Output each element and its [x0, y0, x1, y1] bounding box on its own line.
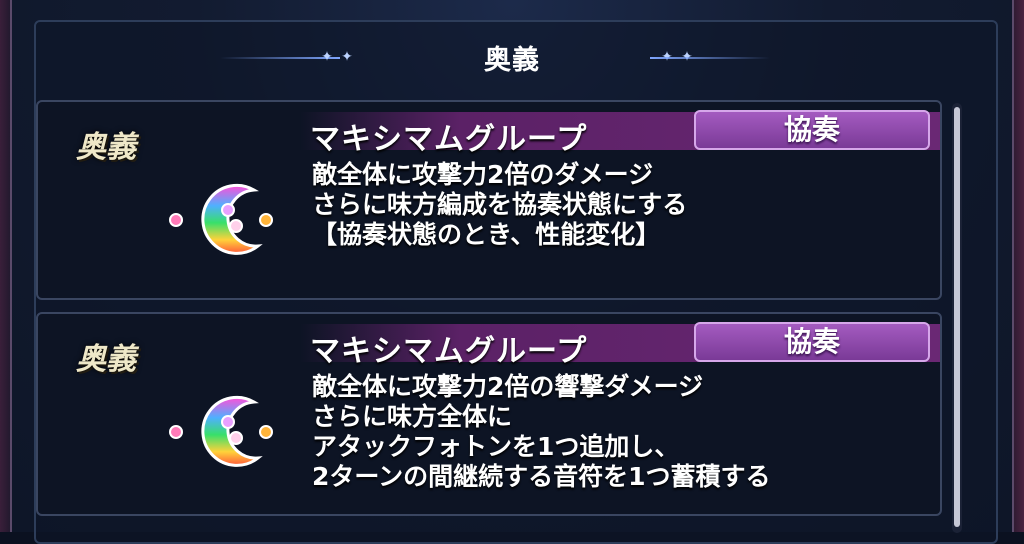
description-line: 2ターンの間継続する音符を1つ蓄積する [312, 462, 771, 491]
skill-name: マキシマムグループ [310, 122, 588, 157]
skill-name: マキシマムグループ [310, 334, 588, 369]
kyousou-tag-button[interactable]: 協奏 [694, 322, 930, 362]
skill-description: 敵全体に攻撃力2倍の響撃ダメージ さらに味方全体に アタックフォトンを1つ追加し… [312, 372, 912, 492]
page-title: 奥義 [484, 45, 540, 76]
skill-card: 奥義 マキシマムグループ 協奏 敵全体に攻撃力2倍の響撃ダメージ さらに味方全体… [36, 312, 942, 516]
description-line: さらに味方全体に [312, 402, 513, 431]
crescent-moon-notes-icon [169, 183, 273, 255]
description-line: 【協奏状態のとき、性能変化】 [312, 220, 661, 249]
description-line: アタックフォトンを1つ追加し、 [312, 432, 680, 461]
crescent-moon-notes-icon [169, 395, 273, 467]
scrollbar-thumb[interactable] [954, 107, 960, 527]
sparkle-icon: ✦ [321, 49, 333, 65]
description-line: さらに味方編成を協奏状態にする [312, 190, 688, 219]
section-label: 奥義 [76, 342, 136, 377]
panel-header: ✦ ✦ 奥義 ✦ ✦ [0, 34, 1024, 78]
header-ornament-right [650, 57, 770, 59]
kyousou-tag-button[interactable]: 協奏 [694, 110, 930, 150]
sparkle-icon: ✦ [341, 49, 353, 65]
description-line: 敵全体に攻撃力2倍の響撃ダメージ [312, 372, 704, 401]
section-label: 奥義 [76, 130, 136, 165]
scrollbar[interactable] [952, 103, 962, 533]
skill-card: 奥義 マキシマムグループ 協奏 敵全体に攻撃力2倍のダメージ さらに味方編成を協… [36, 100, 942, 300]
skill-description: 敵全体に攻撃力2倍のダメージ さらに味方編成を協奏状態にする 【協奏状態のとき、… [312, 160, 912, 250]
description-line: 敵全体に攻撃力2倍のダメージ [312, 160, 654, 189]
